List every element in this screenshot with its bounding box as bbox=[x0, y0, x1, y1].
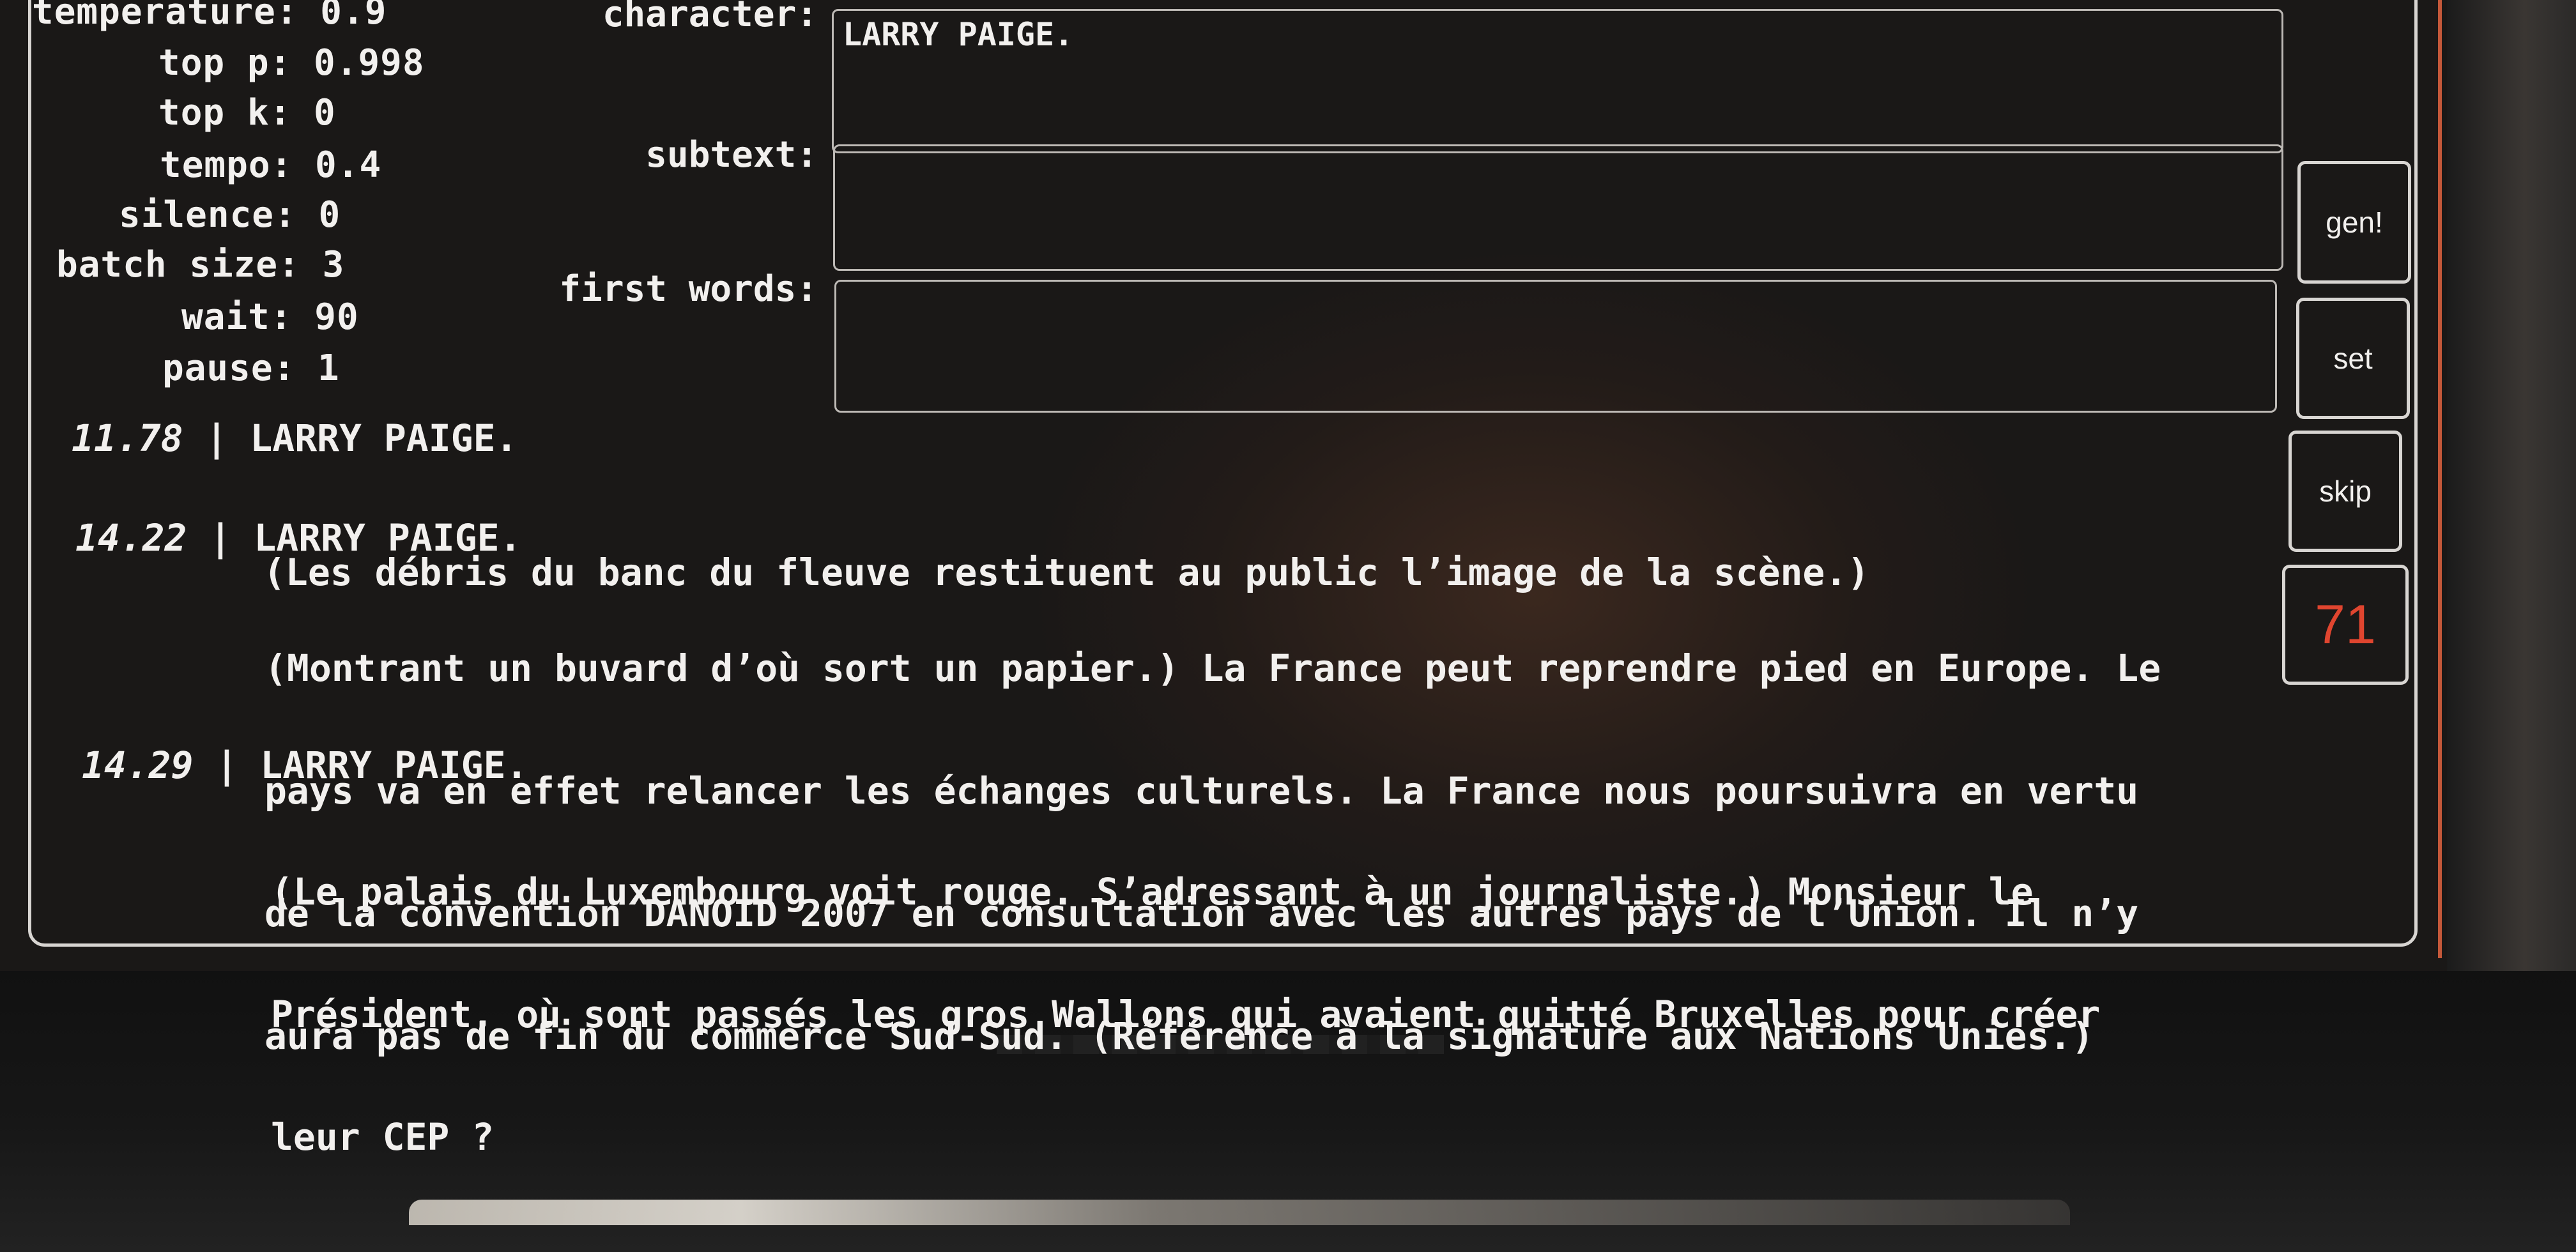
log-line: (Montrant un buvard d’où sort un papier.… bbox=[264, 646, 2161, 690]
subtext-label: subtext: bbox=[645, 134, 818, 176]
param-value: 0 bbox=[318, 194, 341, 236]
log-time: 14.29 bbox=[82, 744, 194, 787]
param-value: 0.998 bbox=[314, 42, 425, 84]
log-separator: | bbox=[205, 416, 228, 460]
first-words-input[interactable] bbox=[834, 280, 2277, 413]
param-value: 0 bbox=[314, 92, 336, 134]
log-line: leur CEP ? bbox=[271, 1115, 494, 1159]
log-time: 14.22 bbox=[75, 516, 187, 560]
log-time: 11.78 bbox=[72, 416, 183, 460]
log-separator: | bbox=[209, 516, 232, 560]
log-entry-text: (Le palais du Luxembourg voit rouge. S’a… bbox=[271, 790, 2315, 1239]
log-separator: | bbox=[215, 744, 238, 787]
log-speaker: LARRY PAIGE. bbox=[260, 744, 528, 787]
param-pause: pause: 1 bbox=[162, 347, 340, 389]
log-entry-header: 14.29 | LARRY PAIGE. bbox=[82, 744, 528, 787]
character-label: character: bbox=[602, 0, 818, 35]
log-speaker: LARRY PAIGE. bbox=[250, 416, 518, 460]
subtext-input[interactable] bbox=[833, 144, 2283, 271]
param-value: 1 bbox=[318, 347, 340, 389]
log-line: (Le palais du Luxembourg voit rouge. S’a… bbox=[271, 870, 2034, 913]
log-entry-header: 14.22 | LARRY PAIGE. bbox=[75, 516, 521, 560]
character-input[interactable]: LARRY PAIGE. bbox=[832, 9, 2283, 153]
param-top-k: top k: 0 bbox=[158, 92, 336, 134]
first-words-label: first words: bbox=[559, 268, 818, 310]
log-line: Président, où sont passés les gros Wallo… bbox=[271, 993, 2101, 1036]
set-button[interactable]: set bbox=[2296, 298, 2410, 419]
app-screen: temperature: 0.9 top p: 0.998 top k: 0 t… bbox=[0, 0, 2447, 1157]
log-speaker: LARRY PAIGE. bbox=[254, 516, 522, 560]
window-edge-accent bbox=[2438, 0, 2442, 958]
param-silence: silence: 0 bbox=[119, 194, 341, 236]
gen-button[interactable]: gen! bbox=[2297, 161, 2411, 284]
log-entry-header: 11.78 | LARRY PAIGE. bbox=[72, 416, 518, 460]
param-top-p: top p: 0.998 bbox=[158, 42, 425, 84]
